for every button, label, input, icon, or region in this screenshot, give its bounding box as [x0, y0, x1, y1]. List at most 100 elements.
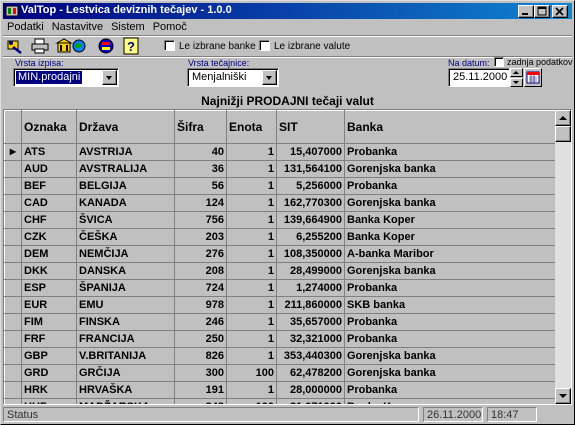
- row-indicator[interactable]: [4, 398, 22, 404]
- cell-country[interactable]: DANSKA: [76, 262, 175, 280]
- cell-bank[interactable]: Probanka: [344, 381, 556, 399]
- checkbox-box[interactable]: [259, 40, 270, 51]
- cell-code[interactable]: HUF: [21, 398, 77, 404]
- cell-numeric-code[interactable]: 208: [174, 262, 227, 280]
- table-row[interactable]: CHF ŠVICA 756 1 139,664900 Banka Koper: [4, 211, 556, 229]
- cell-bank[interactable]: Gorenjska banka: [344, 347, 556, 365]
- cell-bank[interactable]: Banka Koper: [344, 211, 556, 229]
- cell-code[interactable]: HRK: [21, 381, 77, 399]
- table-row[interactable]: DKK DANSKA 208 1 28,499000 Gorenjska banka: [4, 262, 556, 280]
- cell-country[interactable]: ČEŠKA: [76, 228, 175, 246]
- filter-banks-checkbox[interactable]: Le izbrane banke: [164, 40, 256, 52]
- cell-numeric-code[interactable]: 724: [174, 279, 227, 297]
- cell-bank[interactable]: Probanka: [344, 177, 556, 195]
- cell-numeric-code[interactable]: 246: [174, 313, 227, 331]
- table-row[interactable]: FRF FRANCIJA 250 1 32,321000 Probanka: [4, 330, 556, 348]
- cell-rate[interactable]: 1,274000: [276, 279, 345, 297]
- cell-numeric-code[interactable]: 300: [174, 364, 227, 382]
- date-input[interactable]: 25.11.2000: [448, 68, 510, 87]
- calendar-button[interactable]: [524, 68, 542, 87]
- cell-numeric-code[interactable]: 978: [174, 296, 227, 314]
- help-tool-button[interactable]: ?: [121, 37, 141, 55]
- table-row[interactable]: ▶ ATS AVSTRIJA 40 1 15,407000 Probanka: [4, 143, 556, 161]
- cell-numeric-code[interactable]: 56: [174, 177, 227, 195]
- cell-unit[interactable]: 1: [226, 143, 277, 161]
- cell-numeric-code[interactable]: 826: [174, 347, 227, 365]
- cell-unit[interactable]: 100: [226, 364, 277, 382]
- cell-code[interactable]: CZK: [21, 228, 77, 246]
- column-header[interactable]: Šifra: [174, 110, 227, 144]
- table-row[interactable]: DEM NEMČIJA 276 1 108,350000 A-banka Maribor: [4, 245, 556, 263]
- cell-bank[interactable]: Probanka: [344, 330, 556, 348]
- cell-rate[interactable]: 353,440300: [276, 347, 345, 365]
- cell-numeric-code[interactable]: 348: [174, 398, 227, 404]
- scroll-thumb[interactable]: [555, 126, 571, 142]
- cell-unit[interactable]: 1: [226, 228, 277, 246]
- vertical-scrollbar[interactable]: [555, 110, 571, 404]
- cell-code[interactable]: ESP: [21, 279, 77, 297]
- maximize-button[interactable]: [534, 5, 550, 18]
- cell-unit[interactable]: 1: [226, 296, 277, 314]
- cell-country[interactable]: NEMČIJA: [76, 245, 175, 263]
- table-row[interactable]: FIM FINSKA 246 1 35,657000 Probanka: [4, 313, 556, 331]
- cell-code[interactable]: DEM: [21, 245, 77, 263]
- cell-numeric-code[interactable]: 40: [174, 143, 227, 161]
- cell-unit[interactable]: 1: [226, 177, 277, 195]
- cell-unit[interactable]: 1: [226, 381, 277, 399]
- cell-rate[interactable]: 35,657000: [276, 313, 345, 331]
- cell-country[interactable]: FINSKA: [76, 313, 175, 331]
- cell-country[interactable]: FRANCIJA: [76, 330, 175, 348]
- cell-country[interactable]: V.BRITANIJA: [76, 347, 175, 365]
- cell-bank[interactable]: Gorenjska banka: [344, 194, 556, 212]
- cell-rate[interactable]: 5,256000: [276, 177, 345, 195]
- cell-rate[interactable]: 81,071000: [276, 398, 345, 404]
- cell-country[interactable]: EMU: [76, 296, 175, 314]
- cell-numeric-code[interactable]: 191: [174, 381, 227, 399]
- cell-code[interactable]: BEF: [21, 177, 77, 195]
- cell-numeric-code[interactable]: 124: [174, 194, 227, 212]
- cell-unit[interactable]: 1: [226, 347, 277, 365]
- menu-podatki[interactable]: Podatki: [3, 20, 48, 33]
- row-indicator[interactable]: [4, 381, 22, 399]
- cell-unit[interactable]: 1: [226, 160, 277, 178]
- cell-bank[interactable]: Gorenjska banka: [344, 262, 556, 280]
- table-row[interactable]: GBP V.BRITANIJA 826 1 353,440300 Gorenjska ba…: [4, 347, 556, 365]
- cell-country[interactable]: AVSTRALIJA: [76, 160, 175, 178]
- cell-country[interactable]: BELGIJA: [76, 177, 175, 195]
- row-indicator[interactable]: [4, 296, 22, 314]
- cell-code[interactable]: CAD: [21, 194, 77, 212]
- print-tool-button[interactable]: [30, 37, 50, 55]
- banks-tool-button[interactable]: [55, 37, 86, 55]
- cell-code[interactable]: ATS: [21, 143, 77, 161]
- cell-country[interactable]: AVSTRIJA: [76, 143, 175, 161]
- scroll-up-icon[interactable]: [555, 110, 571, 126]
- table-row[interactable]: HUFMADŽARSKA34810081,071000Banka Koper: [4, 398, 556, 404]
- cell-code[interactable]: DKK: [21, 262, 77, 280]
- cell-code[interactable]: FRF: [21, 330, 77, 348]
- scroll-down-icon[interactable]: [555, 388, 571, 404]
- table-row[interactable]: BEF BELGIJA 56 1 5,256000 Probanka: [4, 177, 556, 195]
- cell-unit[interactable]: 1: [226, 245, 277, 263]
- cell-bank[interactable]: A-banka Maribor: [344, 245, 556, 263]
- cell-code[interactable]: GRD: [21, 364, 77, 382]
- cell-unit[interactable]: 1: [226, 211, 277, 229]
- row-indicator[interactable]: [4, 262, 22, 280]
- menu-sistem[interactable]: Sistem: [107, 20, 149, 33]
- cell-rate[interactable]: 211,860000: [276, 296, 345, 314]
- cell-rate[interactable]: 131,564100: [276, 160, 345, 178]
- menu-pomoc[interactable]: Pomoč: [149, 20, 191, 33]
- view-select[interactable]: MIN.prodajni: [13, 68, 119, 87]
- currencies-tool-button[interactable]: [96, 37, 116, 55]
- column-header[interactable]: Država: [76, 110, 175, 144]
- table-row[interactable]: AUD AVSTRALIJA 36 1 131,564100 Gorenjska bank…: [4, 160, 556, 178]
- spin-down-icon[interactable]: [510, 78, 523, 87]
- cell-unit[interactable]: 1: [226, 262, 277, 280]
- settings-tool-button[interactable]: [5, 37, 25, 55]
- cell-country[interactable]: ŠVICA: [76, 211, 175, 229]
- cell-bank[interactable]: Gorenjska banka: [344, 364, 556, 382]
- row-indicator[interactable]: [4, 279, 22, 297]
- row-indicator[interactable]: [4, 211, 22, 229]
- row-indicator[interactable]: [4, 245, 22, 263]
- cell-country[interactable]: MADŽARSKA: [76, 398, 175, 404]
- cell-bank[interactable]: Probanka: [344, 313, 556, 331]
